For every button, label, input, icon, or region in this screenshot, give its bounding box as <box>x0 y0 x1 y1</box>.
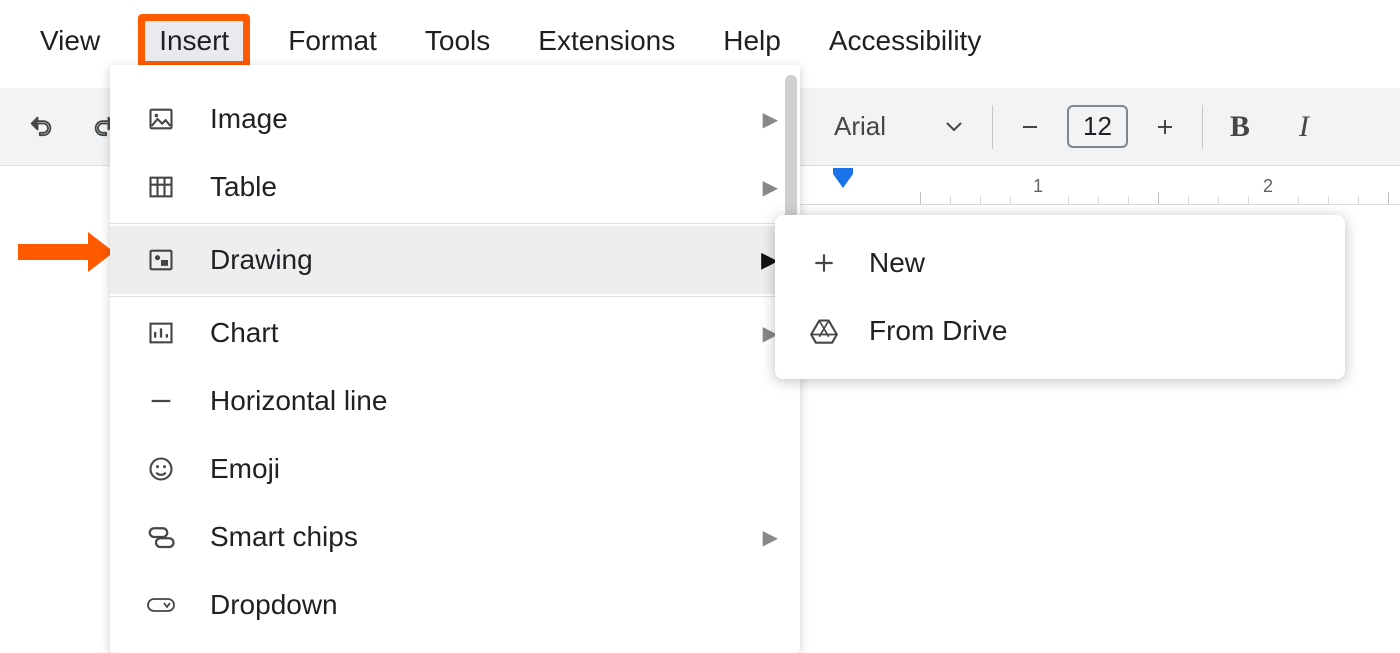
insert-menu-dropdown: Image ▶ Table ▶ Drawing ▶ Chart ▶ Horizo… <box>110 65 800 653</box>
menu-item-label: Drawing <box>210 244 761 276</box>
menu-separator <box>110 296 800 297</box>
menu-insert[interactable]: Insert <box>138 14 250 68</box>
menu-extensions[interactable]: Extensions <box>528 19 685 63</box>
font-family-select[interactable]: Arial <box>818 111 978 142</box>
menu-help[interactable]: Help <box>713 19 791 63</box>
drive-icon <box>807 314 841 348</box>
chart-icon <box>144 316 178 350</box>
plus-icon <box>807 246 841 280</box>
indent-marker-icon[interactable] <box>830 168 856 192</box>
menu-item-label: Smart chips <box>210 521 763 553</box>
menu-format[interactable]: Format <box>278 19 387 63</box>
menu-tools[interactable]: Tools <box>415 19 500 63</box>
bold-button[interactable]: B <box>1217 104 1263 150</box>
font-size-group: 12 <box>1007 104 1188 150</box>
submenu-item-from-drive[interactable]: From Drive <box>775 297 1345 365</box>
menu-item-table[interactable]: Table ▶ <box>110 153 800 221</box>
increase-font-size-button[interactable] <box>1142 104 1188 150</box>
submenu-item-label: New <box>869 247 925 279</box>
submenu-arrow-icon: ▶ <box>763 107 778 132</box>
italic-button[interactable]: I <box>1281 104 1327 150</box>
table-icon <box>144 170 178 204</box>
caret-down-icon <box>946 122 962 132</box>
menu-item-label: Table <box>210 171 763 203</box>
menu-item-emoji[interactable]: Emoji <box>110 435 800 503</box>
ruler-mark-2: 2 <box>1263 176 1273 197</box>
toolbar-divider <box>1202 105 1203 149</box>
undo-button[interactable] <box>18 104 64 150</box>
image-icon <box>144 102 178 136</box>
menu-item-label: Image <box>210 103 763 135</box>
menu-separator <box>110 223 800 224</box>
font-size-input[interactable]: 12 <box>1067 105 1128 148</box>
menu-item-dropdown[interactable]: Dropdown <box>110 571 800 639</box>
ruler-mark-1: 1 <box>1033 176 1043 197</box>
menu-item-label: Chart <box>210 317 763 349</box>
drawing-submenu: New From Drive <box>775 215 1345 379</box>
menu-item-label: Dropdown <box>210 589 778 621</box>
ruler[interactable]: 1 2 <box>800 165 1400 205</box>
submenu-item-new[interactable]: New <box>775 229 1345 297</box>
menu-item-horizontal-line[interactable]: Horizontal line <box>110 367 800 435</box>
submenu-arrow-icon: ▶ <box>763 175 778 200</box>
submenu-arrow-icon: ▶ <box>763 525 778 550</box>
font-family-label: Arial <box>834 111 886 142</box>
annotation-arrow-icon <box>18 232 114 272</box>
scrollbar-thumb[interactable] <box>785 75 797 225</box>
menu-item-chart[interactable]: Chart ▶ <box>110 299 800 367</box>
emoji-icon <box>144 452 178 486</box>
horizontal-line-icon <box>144 384 178 418</box>
decrease-font-size-button[interactable] <box>1007 104 1053 150</box>
toolbar-divider <box>992 105 993 149</box>
menu-item-label: Horizontal line <box>210 385 778 417</box>
drawing-icon <box>144 243 178 277</box>
menu-item-smart-chips[interactable]: Smart chips ▶ <box>110 503 800 571</box>
submenu-item-label: From Drive <box>869 315 1007 347</box>
menu-view[interactable]: View <box>30 19 110 63</box>
menu-accessibility[interactable]: Accessibility <box>819 19 991 63</box>
menu-item-drawing[interactable]: Drawing ▶ <box>110 226 800 294</box>
menu-item-image[interactable]: Image ▶ <box>110 85 800 153</box>
smart-chips-icon <box>144 520 178 554</box>
dropdown-icon <box>144 588 178 622</box>
menu-item-label: Emoji <box>210 453 778 485</box>
